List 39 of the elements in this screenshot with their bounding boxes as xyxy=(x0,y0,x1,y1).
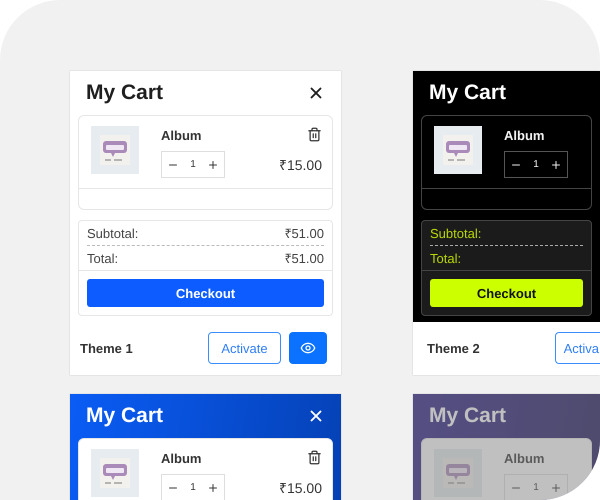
theme-name: Theme 1 xyxy=(80,340,134,356)
product-thumbnail xyxy=(91,449,139,497)
product-thumbnail xyxy=(434,126,482,174)
quantity-value: 1 xyxy=(533,159,539,170)
totals-label: Total: xyxy=(87,250,118,266)
plus-icon[interactable] xyxy=(550,158,562,170)
checkout-button[interactable]: Checkout xyxy=(430,279,583,307)
cart-title: My Cart xyxy=(429,81,506,105)
item-price: ₹15.00 xyxy=(278,156,322,174)
product-name: Album xyxy=(161,450,202,466)
plus-icon[interactable] xyxy=(207,482,219,494)
quantity-value: 1 xyxy=(533,482,539,493)
trash-icon[interactable] xyxy=(307,450,322,465)
totals-value: ₹51.00 xyxy=(284,225,324,242)
cart-title: My Cart xyxy=(86,81,164,105)
product-name: Album xyxy=(504,450,544,466)
product-thumbnail xyxy=(91,126,139,174)
product-name: Album xyxy=(504,127,544,143)
quantity-stepper[interactable]: 1 xyxy=(161,151,225,178)
product-name: Album xyxy=(161,127,202,143)
totals-label: Subtotal: xyxy=(430,226,482,240)
item-price: ₹15.00 xyxy=(278,479,322,497)
checkout-button[interactable]: Checkout xyxy=(87,279,324,307)
cart-title: My Cart xyxy=(429,404,506,428)
quantity-value: 1 xyxy=(190,482,196,493)
totals-label: Total: xyxy=(430,250,462,266)
totals-value: ₹51.00 xyxy=(284,250,324,267)
trash-icon[interactable] xyxy=(307,127,322,142)
quantity-stepper[interactable]: 1 xyxy=(504,151,568,178)
plus-icon[interactable] xyxy=(207,158,219,170)
cart-title: My Cart xyxy=(86,404,164,428)
product-thumbnail xyxy=(434,449,482,497)
activate-button[interactable]: Activate xyxy=(208,332,281,364)
quantity-value: 1 xyxy=(190,159,196,170)
quantity-stepper[interactable]: 1 xyxy=(161,474,225,500)
theme-name: Theme 2 xyxy=(427,340,481,356)
totals-label: Subtotal: xyxy=(87,226,138,240)
activate-button[interactable]: Activa xyxy=(554,332,600,364)
eye-icon[interactable] xyxy=(289,332,327,364)
